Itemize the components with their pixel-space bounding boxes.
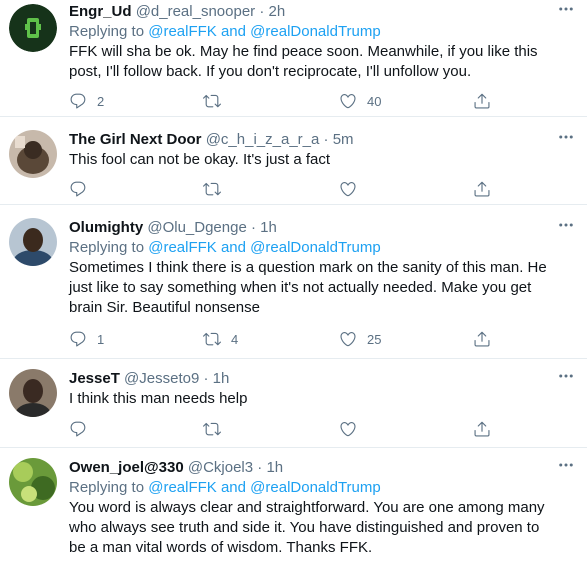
replying-to-label: Replying to (69, 23, 145, 40)
separator-dot: · (259, 3, 265, 20)
display-name[interactable]: Olumighty (69, 219, 143, 236)
share-button[interactable] (473, 179, 491, 199)
more-icon[interactable] (557, 216, 575, 237)
user-handle[interactable]: @Olu_Dgenge (147, 219, 246, 236)
mention-link[interactable]: @realDonaldTrump (250, 239, 381, 256)
share-icon (474, 181, 490, 197)
retweet-icon (203, 332, 221, 346)
share-button[interactable] (473, 91, 491, 111)
like-button[interactable] (339, 179, 367, 199)
retweet-count: 4 (231, 331, 239, 347)
replying-to-label: Replying to (69, 239, 145, 256)
user-handle[interactable]: @Ckjoel3 (188, 459, 253, 476)
like-icon (340, 332, 356, 347)
more-icon[interactable] (557, 456, 575, 477)
like-count: 25 (367, 331, 382, 347)
display-name[interactable]: Engr_Ud (69, 3, 132, 20)
user-handle[interactable]: @d_real_snooper (136, 3, 255, 20)
tweet-text: This fool can not be okay. It's just a f… (69, 151, 331, 168)
retweet-icon (203, 182, 221, 196)
display-name[interactable]: The Girl Next Door (69, 131, 202, 148)
like-button[interactable]: 40 (339, 91, 381, 111)
timestamp[interactable]: 2h (269, 3, 286, 20)
separator-dot: · (250, 219, 256, 236)
tweet-text: Sometimes I think there is a question ma… (69, 259, 547, 316)
reply-icon (70, 421, 86, 437)
tweet[interactable]: Olumighty @Olu_Dgenge · 1h Replying to @… (0, 205, 587, 359)
share-button[interactable] (473, 419, 491, 439)
mention-link[interactable]: @realFFK (148, 23, 217, 40)
avatar[interactable] (9, 130, 57, 178)
separator-dot: · (203, 370, 209, 387)
reply-button[interactable] (69, 179, 97, 199)
more-icon[interactable] (557, 128, 575, 149)
more-icon[interactable] (557, 367, 575, 388)
user-handle[interactable]: @c_h_i_z_a_r_a (206, 131, 320, 148)
tweet[interactable]: The Girl Next Door @c_h_i_z_a_r_a · 5m T… (0, 117, 587, 205)
tweet[interactable]: Engr_Ud @d_real_snooper · 2h Replying to… (0, 0, 587, 117)
replying-to: Replying to @realFFK and @realDonaldTrum… (69, 22, 557, 42)
replying-to-label: Replying to (69, 479, 145, 496)
retweet-button[interactable] (203, 91, 231, 111)
avatar-image (9, 130, 57, 178)
reply-count: 2 (97, 93, 105, 109)
share-icon (474, 93, 490, 109)
like-button[interactable]: 25 (339, 329, 381, 349)
retweet-icon (203, 94, 221, 108)
avatar-image (9, 218, 57, 266)
like-button[interactable] (339, 419, 367, 439)
display-name[interactable]: Owen_joel@330 (69, 459, 184, 476)
replying-to: Replying to @realFFK and @realDonaldTrum… (69, 478, 557, 498)
share-icon (474, 421, 490, 437)
avatar-image (9, 458, 57, 506)
tweet[interactable]: Owen_joel@330 @Ckjoel3 · 1h Replying to … (0, 448, 587, 568)
share-button[interactable] (473, 329, 491, 349)
more-icon[interactable] (557, 0, 575, 21)
mention-link[interactable]: @realFFK (148, 239, 217, 256)
reply-button[interactable]: 2 (69, 91, 104, 111)
like-icon (340, 422, 356, 437)
retweet-button[interactable]: 4 (203, 329, 238, 349)
reply-button[interactable] (69, 419, 97, 439)
share-icon (474, 331, 490, 347)
avatar-image (9, 4, 57, 52)
avatar[interactable] (9, 4, 57, 52)
timestamp[interactable]: 1h (260, 219, 277, 236)
retweet-icon (203, 422, 221, 436)
like-icon (340, 182, 356, 197)
tweet[interactable]: JesseT @Jesseto9 · 1h I think this man n… (0, 359, 587, 448)
user-handle[interactable]: @Jesseto9 (124, 370, 199, 387)
avatar-image (9, 369, 57, 417)
avatar[interactable] (9, 458, 57, 506)
mention-link[interactable]: @realDonaldTrump (250, 479, 381, 496)
like-icon (340, 94, 356, 109)
separator-dot: · (257, 459, 263, 476)
avatar[interactable] (9, 369, 57, 417)
retweet-button[interactable] (203, 179, 231, 199)
reply-icon (70, 93, 86, 109)
retweet-button[interactable] (203, 419, 231, 439)
reply-icon (70, 331, 86, 347)
replying-to: Replying to @realFFK and @realDonaldTrum… (69, 238, 557, 258)
tweet-text: You word is always clear and straightfor… (69, 499, 545, 556)
tweet-text: FFK will sha be ok. May he find peace so… (69, 43, 538, 80)
timestamp[interactable]: 5m (333, 131, 354, 148)
mention-conjunction: and (220, 479, 246, 496)
reply-icon (70, 181, 86, 197)
separator-dot: · (323, 131, 329, 148)
mention-link[interactable]: @realFFK (148, 479, 217, 496)
timestamp[interactable]: 1h (266, 459, 283, 476)
reply-count: 1 (97, 331, 105, 347)
mention-conjunction: and (220, 239, 246, 256)
mention-conjunction: and (220, 23, 246, 40)
avatar[interactable] (9, 218, 57, 266)
like-count: 40 (367, 93, 382, 109)
timestamp[interactable]: 1h (213, 370, 230, 387)
reply-button[interactable]: 1 (69, 329, 104, 349)
tweet-text: I think this man needs help (69, 390, 248, 407)
mention-link[interactable]: @realDonaldTrump (250, 23, 381, 40)
display-name[interactable]: JesseT (69, 370, 120, 387)
